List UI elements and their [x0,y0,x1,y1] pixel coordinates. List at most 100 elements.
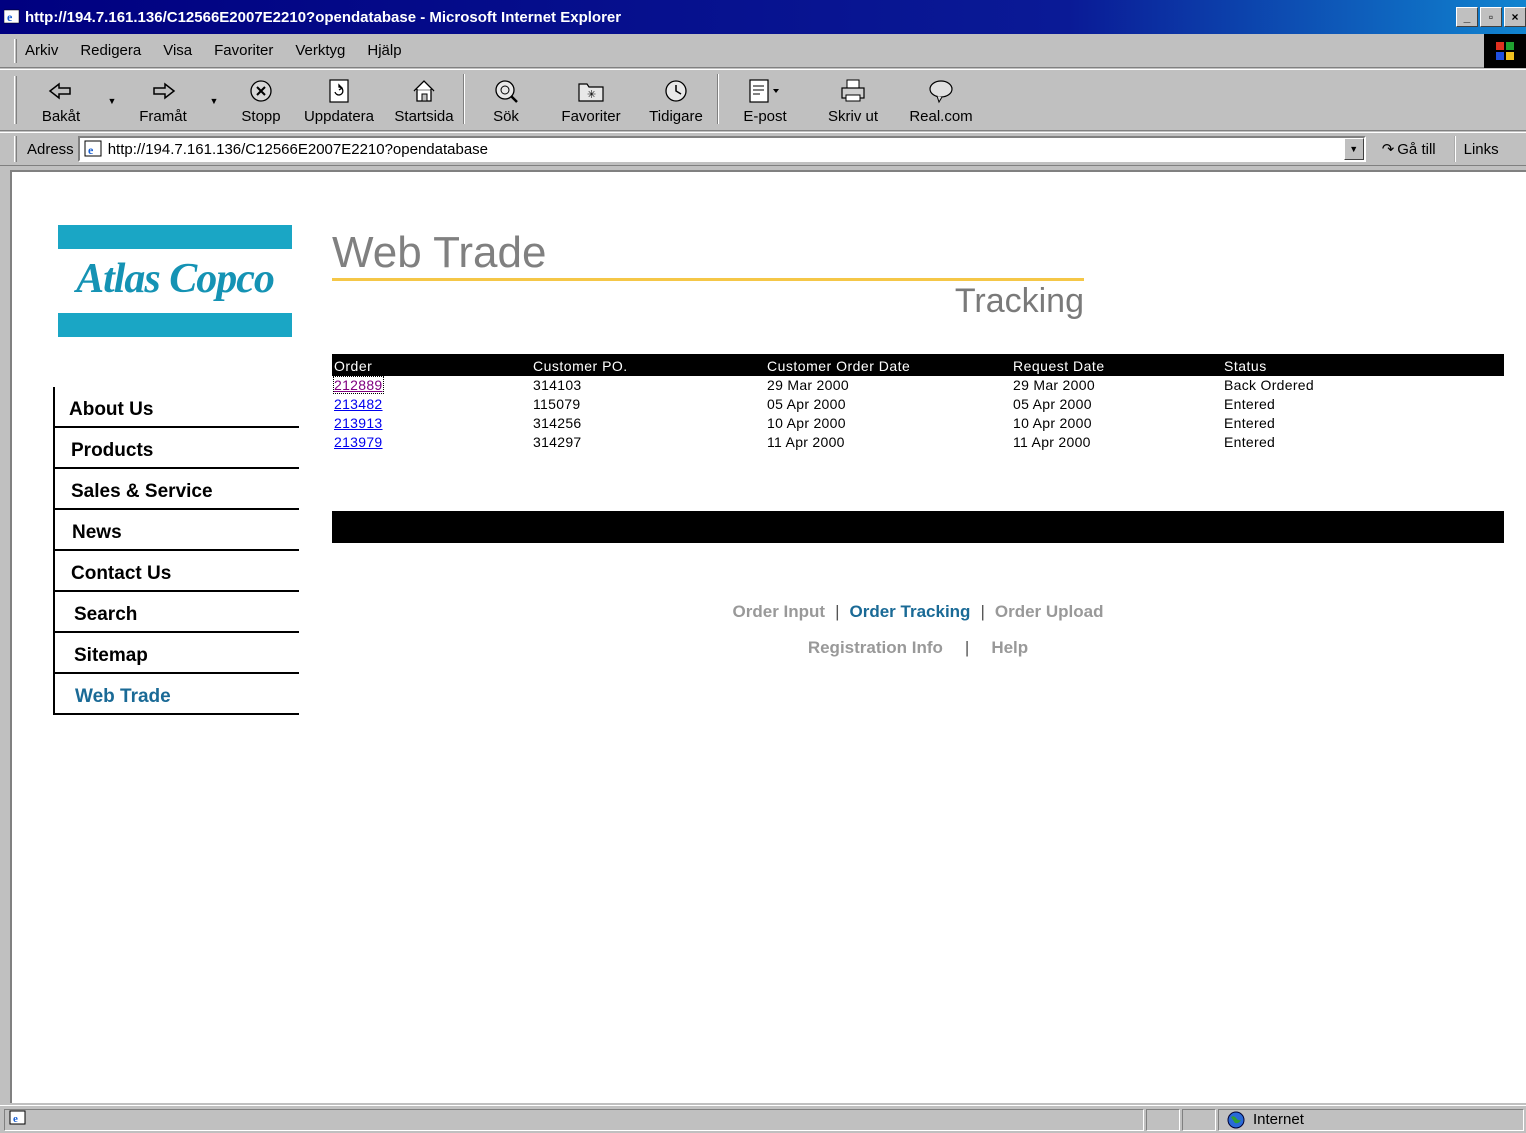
nav-sitemap[interactable]: Sitemap [55,633,299,674]
customer-po: 115079 [533,396,581,412]
address-url: http://194.7.161.136/C12566E2007E2210?op… [107,140,489,158]
customer-po: 314103 [533,377,582,393]
links-button[interactable]: Links [1453,136,1499,162]
order-link[interactable]: 212889 [333,376,384,394]
window-title: http://194.7.161.136/C12566E2007E2210?op… [25,8,622,26]
stop-button[interactable]: Stopp [229,70,293,130]
nav-web-trade[interactable]: Web Trade [55,674,299,715]
customer-po: 314256 [533,415,582,431]
table-row: 213913 314256 10 Apr 2000 10 Apr 2000 En… [332,414,1504,433]
page-title: Web Trade [332,228,547,277]
order-status: Entered [1224,415,1276,431]
printer-icon [839,76,867,106]
favorites-button[interactable]: ✳ Favoriter [547,70,635,130]
column-header-order: Order [332,354,531,376]
order-status: Entered [1224,434,1276,450]
footer-link-order-upload[interactable]: Order Upload [995,602,1104,621]
request-date: 10 Apr 2000 [1013,415,1092,431]
search-button[interactable]: Sök [465,70,547,130]
footer-link-registration-info[interactable]: Registration Info [808,638,943,657]
maximize-button[interactable]: ▫ [1480,7,1502,27]
footer-nav-secondary: Registration Info | Help [807,638,1029,657]
order-link[interactable]: 213979 [334,434,383,450]
minimize-button[interactable]: _ [1456,7,1478,27]
address-label: Adress [27,140,74,158]
orders-table: Order Customer PO. Customer Order Date R… [332,354,1504,452]
forward-arrow-icon [150,76,176,106]
status-bar: e Internet [0,1105,1526,1133]
customer-order-date: 05 Apr 2000 [767,396,846,412]
nav-contact-us[interactable]: Contact Us [55,551,299,592]
footer-nav-primary: Order Input | Order Tracking | Order Upload [732,602,1104,621]
real-icon [927,76,955,106]
table-footer-bar [332,511,1504,543]
order-link[interactable]: 213482 [334,396,383,412]
menu-favoriter[interactable]: Favoriter [214,42,273,59]
globe-icon [1227,1111,1245,1129]
favorites-icon: ✳ [577,76,605,106]
order-status: Back Ordered [1224,377,1314,393]
atlas-copco-logo[interactable]: Atlas Copco [58,225,292,337]
order-link[interactable]: 213913 [334,415,383,431]
svg-text:e: e [88,143,94,157]
nav-products[interactable]: Products [55,428,299,469]
windows-logo-icon [1484,34,1526,68]
go-button[interactable]: ↷ Gå till [1381,140,1436,159]
back-dropdown[interactable]: ▼ [97,70,127,130]
back-button[interactable]: Bakåt [25,70,97,130]
go-arrow-icon: ↷ [1381,141,1395,158]
ie-icon: e [3,9,20,25]
column-header-customer-po: Customer PO. [531,354,765,376]
nav-search[interactable]: Search [55,592,299,633]
column-header-customer-order-date: Customer Order Date [765,354,1011,376]
back-arrow-icon [48,76,74,106]
print-button[interactable]: Skriv ut [811,70,895,130]
svg-text:✳: ✳ [587,89,596,101]
nav-sales-service[interactable]: Sales & Service [55,469,299,510]
forward-dropdown[interactable]: ▼ [199,70,229,130]
menu-redigera[interactable]: Redigera [80,42,141,59]
nav-about-us[interactable]: About Us [55,387,299,428]
address-dropdown-button[interactable]: ▼ [1343,138,1364,160]
svg-text:e: e [13,1113,18,1125]
page-subtitle: Tracking [954,282,1084,320]
table-header-row: Order Customer PO. Customer Order Date R… [332,354,1504,376]
page-icon: e [84,140,102,158]
page-content: Atlas Copco Web Trade Tracking About Us … [10,170,1526,1103]
window-titlebar: e http://194.7.161.136/C12566E2007E2210?… [0,0,1526,34]
menu-hjalp[interactable]: Hjälp [367,42,401,59]
footer-link-order-input[interactable]: Order Input [733,602,826,621]
refresh-button[interactable]: Uppdatera [293,70,385,130]
forward-button[interactable]: Framåt [127,70,199,130]
sidebar-nav: About Us Products Sales & Service News C… [53,387,299,715]
menu-verktyg[interactable]: Verktyg [295,42,345,59]
mail-icon [748,76,782,106]
mail-button[interactable]: E-post [719,70,811,130]
footer-link-help[interactable]: Help [991,638,1028,657]
home-button[interactable]: Startsida [385,70,463,130]
real-button[interactable]: Real.com [895,70,987,130]
address-input[interactable]: e http://194.7.161.136/C12566E2007E2210?… [77,136,1366,162]
close-button[interactable]: × [1504,7,1526,27]
history-button[interactable]: Tidigare [635,70,717,130]
address-bar: Adress e http://194.7.161.136/C12566E200… [0,132,1526,166]
table-row: 213979 314297 11 Apr 2000 11 Apr 2000 En… [332,433,1504,452]
stop-icon [249,76,273,106]
request-date: 05 Apr 2000 [1013,396,1092,412]
logo-text: Atlas Copco [76,256,275,302]
security-zone-pane: Internet [1218,1108,1524,1131]
customer-order-date: 29 Mar 2000 [767,377,849,393]
refresh-icon [328,76,350,106]
table-row: 213482 115079 05 Apr 2000 05 Apr 2000 En… [332,395,1504,414]
search-icon [493,76,519,106]
menu-arkiv[interactable]: Arkiv [25,42,58,59]
menu-visa[interactable]: Visa [163,42,192,59]
column-header-status: Status [1222,354,1504,376]
footer-link-order-tracking[interactable]: Order Tracking [850,602,971,621]
page-status-icon: e [9,1110,27,1130]
customer-order-date: 11 Apr 2000 [767,434,845,450]
nav-news[interactable]: News [55,510,299,551]
home-icon [411,76,437,106]
request-date: 29 Mar 2000 [1013,377,1095,393]
customer-order-date: 10 Apr 2000 [767,415,846,431]
